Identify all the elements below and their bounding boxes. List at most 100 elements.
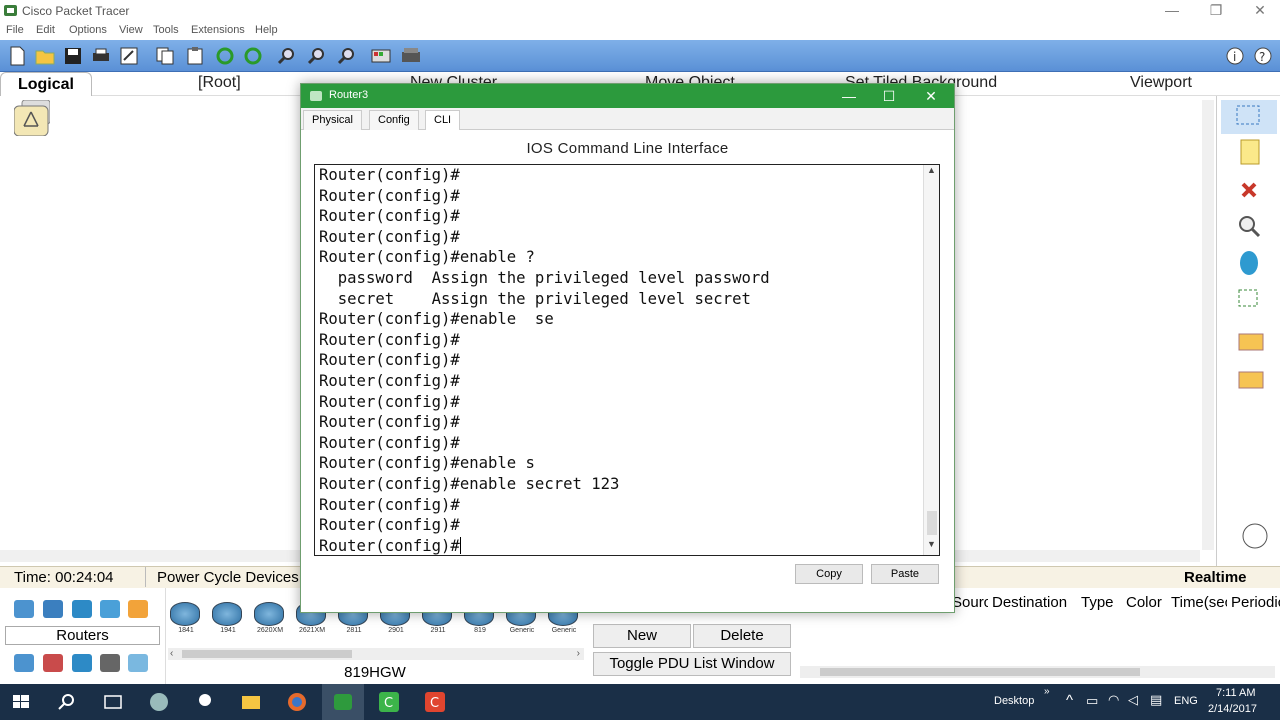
- multiuser-category-icon[interactable]: [128, 654, 148, 672]
- select-icon[interactable]: [1221, 100, 1277, 134]
- clock-date[interactable]: 2/14/2017: [1208, 703, 1257, 715]
- new-file-icon[interactable]: [6, 46, 28, 66]
- menu-help[interactable]: Help: [255, 24, 278, 36]
- dialog-close-button[interactable]: ✕: [911, 86, 951, 106]
- switches-category-icon[interactable]: [43, 600, 63, 618]
- add-simple-pdu-icon[interactable]: [1221, 326, 1277, 360]
- power-cycle-devices-button[interactable]: Power Cycle Devices: [157, 569, 299, 586]
- save-icon[interactable]: [62, 46, 84, 66]
- restore-button[interactable]: ❐: [1194, 0, 1238, 22]
- open-folder-icon[interactable]: [34, 46, 56, 66]
- zoom-in-icon[interactable]: [276, 46, 298, 66]
- add-complex-pdu-icon[interactable]: [1221, 364, 1277, 398]
- svg-text:C: C: [430, 696, 439, 711]
- chrome-like-app-icon[interactable]: [146, 689, 172, 715]
- cli-scroll-thumb[interactable]: [927, 511, 937, 535]
- connections-category-icon[interactable]: [128, 600, 148, 618]
- menu-edit[interactable]: Edit: [36, 24, 55, 36]
- undo-icon[interactable]: [214, 46, 236, 66]
- realtime-mode-label[interactable]: Realtime: [1184, 569, 1247, 586]
- close-button[interactable]: ✕: [1238, 0, 1280, 22]
- menu-options[interactable]: Options: [69, 24, 107, 36]
- desktop-toolbar-label[interactable]: Desktop: [994, 695, 1034, 707]
- dialog-maximize-button[interactable]: ☐: [869, 86, 909, 106]
- camtasia-red-icon[interactable]: C: [422, 689, 448, 715]
- volume-icon[interactable]: ◁: [1128, 692, 1138, 708]
- toggle-pdu-list-button[interactable]: Toggle PDU List Window: [593, 652, 791, 676]
- windows-start-icon[interactable]: [8, 689, 34, 715]
- end-devices-category-icon[interactable]: [14, 654, 34, 672]
- selected-model-label: 819HGW: [344, 664, 406, 681]
- device-model-2620xm[interactable]: 2620XM: [254, 602, 286, 636]
- redo-icon[interactable]: [242, 46, 264, 66]
- menu-view[interactable]: View: [119, 24, 143, 36]
- simulation-clock-icon[interactable]: [1221, 520, 1277, 554]
- note-icon[interactable]: [1221, 136, 1277, 170]
- inspect-icon[interactable]: [1221, 210, 1277, 244]
- tab-cli[interactable]: CLI: [425, 110, 461, 130]
- svg-text:C: C: [384, 696, 393, 711]
- tab-logical[interactable]: Logical: [0, 72, 92, 96]
- file-explorer-icon[interactable]: [238, 689, 264, 715]
- paste-button[interactable]: Paste: [871, 564, 939, 584]
- copy-icon[interactable]: [154, 46, 176, 66]
- pdu-col-type: Type: [1081, 594, 1114, 611]
- copy-button[interactable]: Copy: [795, 564, 863, 584]
- minimize-button[interactable]: —: [1150, 0, 1194, 22]
- wireless-category-icon[interactable]: [100, 600, 120, 618]
- workspace-vertical-scrollbar[interactable]: [1202, 100, 1214, 550]
- delete-pdu-scenario-button[interactable]: Delete: [693, 624, 791, 648]
- router-dialog-tabs: Physical Config CLI: [301, 108, 954, 130]
- paste-icon[interactable]: [184, 46, 206, 66]
- help-icon[interactable]: ?: [1252, 46, 1274, 66]
- notification-icon[interactable]: ▤: [1150, 692, 1162, 708]
- zoom-out-icon[interactable]: [336, 46, 358, 66]
- camtasia-green-icon[interactable]: C: [376, 689, 402, 715]
- maps-app-icon[interactable]: [192, 689, 218, 715]
- root-breadcrumb[interactable]: [Root]: [198, 74, 241, 92]
- task-view-icon[interactable]: [100, 689, 126, 715]
- print-icon[interactable]: [90, 46, 112, 66]
- delete-icon[interactable]: [1221, 174, 1277, 208]
- tray-overflow-chevron-icon[interactable]: »: [1044, 686, 1050, 697]
- svg-text:?: ?: [1259, 50, 1265, 64]
- new-pdu-scenario-button[interactable]: New: [593, 624, 691, 648]
- input-language[interactable]: ENG: [1174, 695, 1198, 707]
- search-icon[interactable]: [54, 689, 80, 715]
- wan-emulation-category-icon[interactable]: [72, 654, 92, 672]
- zoom-reset-icon[interactable]: [306, 46, 328, 66]
- clock-time[interactable]: 7:11 AM: [1216, 687, 1256, 699]
- hubs-category-icon[interactable]: [72, 600, 92, 618]
- menu-tools[interactable]: Tools: [153, 24, 179, 36]
- device-model-1941[interactable]: 1941: [212, 602, 244, 636]
- cli-terminal[interactable]: Router(config)# Router(config)# Router(con…: [314, 164, 940, 556]
- cli-line: Router(config)#: [319, 536, 461, 555]
- activity-wizard-icon[interactable]: [118, 46, 140, 66]
- cli-line: secret Assign the privileged level secre…: [319, 289, 751, 308]
- tab-config[interactable]: Config: [369, 110, 419, 130]
- info-icon[interactable]: i: [1224, 46, 1246, 66]
- cli-scrollbar[interactable]: ▲ ▼: [923, 165, 939, 555]
- firefox-icon[interactable]: [284, 689, 310, 715]
- palette-icon[interactable]: [370, 46, 392, 66]
- viewport-button[interactable]: Viewport: [1130, 74, 1192, 92]
- menu-extensions[interactable]: Extensions: [191, 24, 245, 36]
- pdu-list-scrollbar[interactable]: [800, 666, 1275, 678]
- wifi-icon[interactable]: ◠: [1108, 692, 1119, 708]
- cluster-icon[interactable]: [14, 100, 50, 136]
- router-dialog-title-bar[interactable]: Router3 — ☐ ✕: [301, 84, 954, 108]
- security-category-icon[interactable]: [43, 654, 63, 672]
- dialog-minimize-button[interactable]: —: [829, 86, 869, 106]
- resize-shape-icon[interactable]: [1221, 284, 1277, 318]
- battery-icon[interactable]: ▭: [1086, 693, 1098, 709]
- menu-file[interactable]: File: [6, 24, 24, 36]
- custom-device-icon[interactable]: [400, 46, 422, 66]
- device-models-scrollbar[interactable]: ‹ ›: [168, 648, 584, 660]
- routers-category-icon[interactable]: [14, 600, 34, 618]
- custom-devices-category-icon[interactable]: [100, 654, 120, 672]
- packet-tracer-taskbar-icon[interactable]: [330, 689, 356, 715]
- device-model-1841[interactable]: 1841: [170, 602, 202, 636]
- tray-show-hidden-icon[interactable]: ^: [1066, 692, 1073, 709]
- tab-physical[interactable]: Physical: [303, 110, 362, 130]
- draw-shape-icon[interactable]: [1221, 246, 1277, 280]
